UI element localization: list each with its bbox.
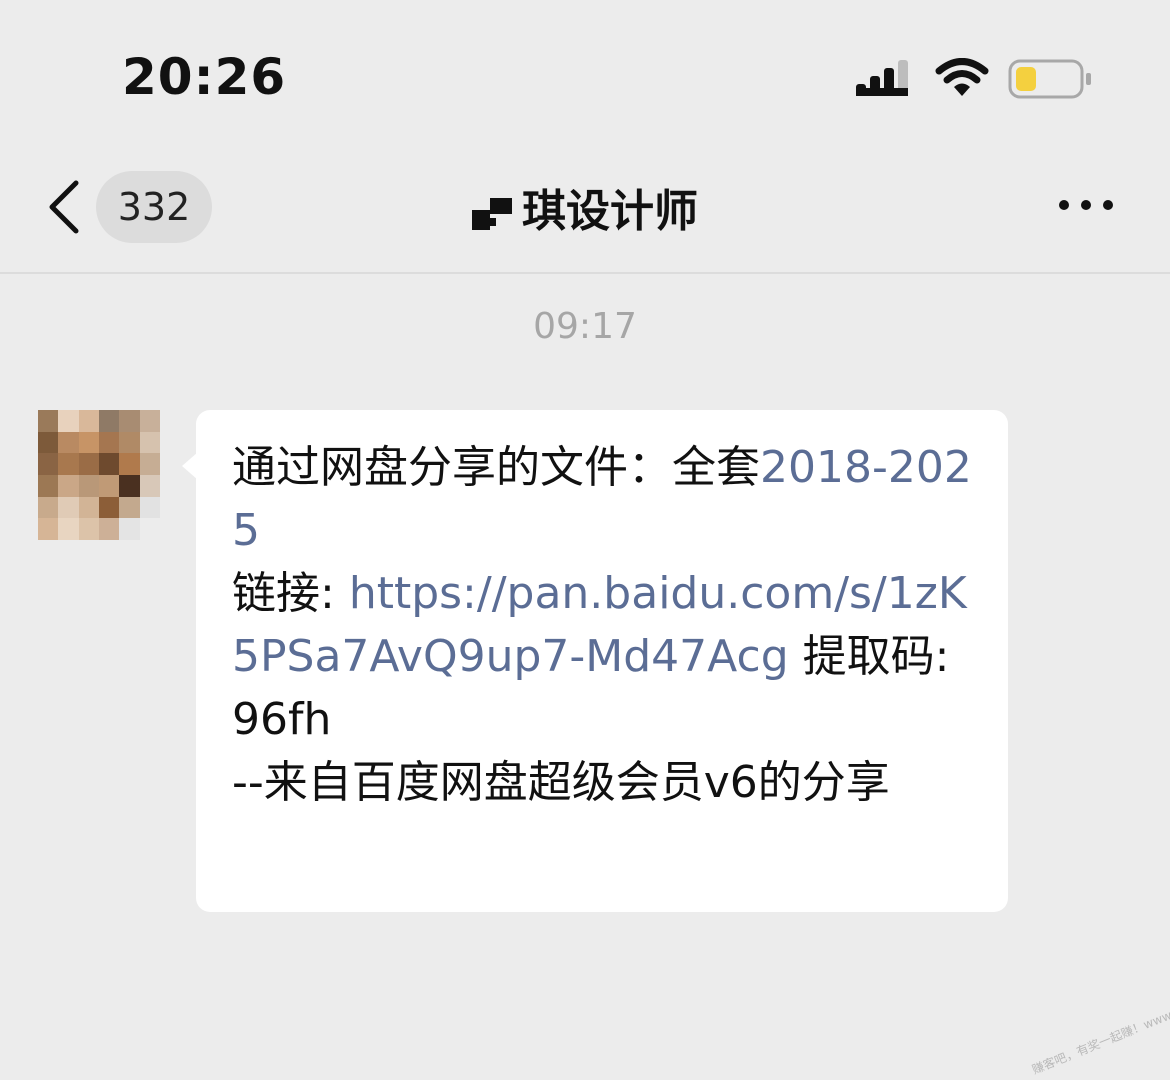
chat-title: 琪设计师	[0, 175, 1170, 239]
watermark: 赚客吧，有奖一起赚！www.zuanke8.com	[1030, 977, 1170, 1077]
battery-low-icon	[1008, 59, 1091, 99]
signal-icon	[856, 60, 908, 96]
status-time: 20:26	[122, 48, 287, 106]
nav-bar: 332 琪设计师	[0, 135, 1170, 274]
wifi-icon	[935, 58, 989, 96]
more-options-icon[interactable]	[1056, 193, 1116, 217]
chat-title-text: 琪设计师	[522, 186, 698, 237]
message-bubble[interactable]: 通过网盘分享的文件：全套2018-2025 链接: https://pan.ba…	[196, 410, 1008, 912]
message-text: 通过网盘分享的文件：全套2018-2025 链接: https://pan.ba…	[232, 436, 978, 814]
link-prefix-text: 链接:	[232, 568, 335, 619]
status-bar: 20:26	[0, 0, 1170, 135]
title-mosaic-icon	[472, 190, 516, 230]
message-timestamp: 09:17	[533, 306, 637, 347]
message-line1-text: 通过网盘分享的文件：全套	[232, 442, 760, 493]
sender-avatar[interactable]	[38, 410, 160, 540]
